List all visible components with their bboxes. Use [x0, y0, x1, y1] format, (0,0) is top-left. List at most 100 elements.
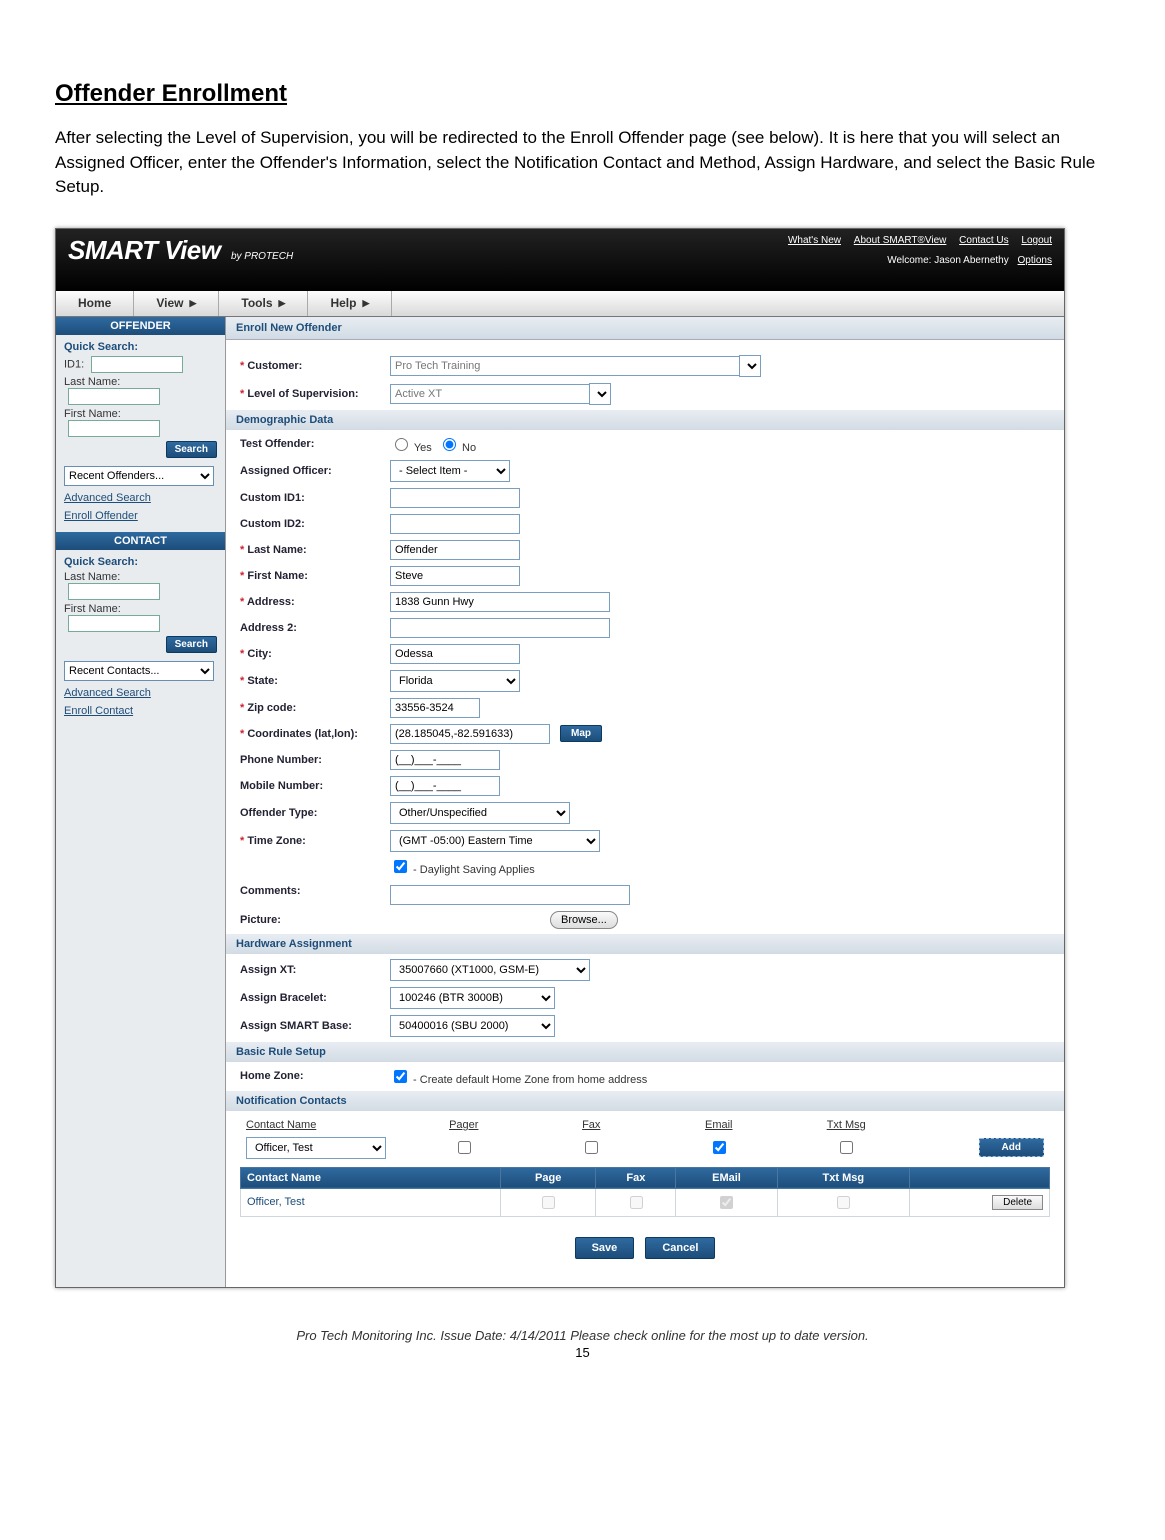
offender-search-button[interactable]: Search	[166, 441, 217, 458]
zip-input[interactable]	[390, 698, 480, 718]
menu-tools[interactable]: Tools▶	[219, 291, 308, 316]
link-whats-new[interactable]: What's New	[788, 235, 841, 246]
add-button[interactable]: Add	[979, 1138, 1044, 1157]
home-zone-checkbox[interactable]: - Create default Home Zone from home add…	[390, 1067, 647, 1086]
firstname-input[interactable]	[68, 420, 160, 437]
menu-view[interactable]: View ▶	[134, 291, 219, 316]
intro-paragraph: After selecting the Level of Supervision…	[55, 126, 1110, 200]
state-label: State:	[240, 675, 390, 687]
app-header-bar: SMART View by PROTECH What's New About S…	[56, 229, 1064, 291]
col-email: Email	[655, 1117, 783, 1133]
enroll-offender-link[interactable]: Enroll Offender	[64, 510, 217, 522]
menu-home[interactable]: Home	[56, 291, 134, 316]
lastname-label: Last Name:	[64, 376, 120, 388]
row-fax-cb	[630, 1196, 643, 1209]
hdr-page: Page	[501, 1167, 596, 1188]
browse-button[interactable]: Browse...	[550, 911, 618, 929]
section-demographic: Demographic Data	[226, 410, 1064, 430]
row-txt-cb	[837, 1196, 850, 1209]
assigned-officer-select[interactable]: - Select Item -	[390, 460, 510, 482]
phone-label: Phone Number:	[240, 754, 390, 766]
home-zone-label: Home Zone:	[240, 1070, 390, 1082]
dst-checkbox[interactable]: - Daylight Saving Applies	[390, 864, 535, 876]
link-contact[interactable]: Contact Us	[959, 235, 1008, 246]
c-lastname-label: Last Name:	[64, 571, 120, 583]
yes-text: Yes	[414, 442, 432, 454]
application-window: SMART View by PROTECH What's New About S…	[55, 228, 1065, 1288]
id1-input[interactable]	[91, 356, 183, 373]
assign-br-select[interactable]: 100246 (BTR 3000B)	[390, 987, 555, 1009]
custom-id1-input[interactable]	[390, 488, 520, 508]
city-input[interactable]	[390, 644, 520, 664]
link-logout[interactable]: Logout	[1021, 235, 1052, 246]
addr-input[interactable]	[390, 592, 610, 612]
chevron-right-icon: ▶	[189, 298, 196, 309]
section-notif: Notification Contacts	[226, 1091, 1064, 1111]
hdr-txt: Txt Msg	[777, 1167, 909, 1188]
officer-select[interactable]: Officer, Test	[246, 1137, 386, 1159]
comments-textarea[interactable]	[390, 885, 630, 905]
menu-bar: Home View ▶ Tools▶ Help▶	[56, 291, 1064, 317]
chevron-right-icon: ▶	[362, 298, 369, 309]
los-dropdown[interactable]	[589, 383, 611, 405]
c-firstname-label: First Name:	[64, 603, 121, 615]
lastname-input[interactable]	[68, 388, 160, 405]
row-email-cb	[720, 1196, 733, 1209]
custom-id2-input[interactable]	[390, 514, 520, 534]
quick-search-label: Quick Search:	[64, 341, 217, 353]
menu-view-label: View	[156, 296, 183, 310]
coord-input[interactable]	[390, 724, 550, 744]
lname-input[interactable]	[390, 540, 520, 560]
recent-offenders-select[interactable]: Recent Offenders...	[64, 466, 214, 486]
test-no-radio[interactable]: No	[438, 435, 476, 454]
phone-input[interactable]	[390, 750, 500, 770]
advanced-search-link[interactable]: Advanced Search	[64, 492, 217, 504]
delete-button[interactable]: Delete	[992, 1195, 1043, 1210]
assign-xt-select[interactable]: 35007660 (XT1000, GSM-E)	[390, 959, 590, 981]
recent-contacts-select[interactable]: Recent Contacts...	[64, 661, 214, 681]
link-about[interactable]: About SMART®View	[854, 235, 947, 246]
save-button[interactable]: Save	[575, 1237, 635, 1259]
page-footer: Pro Tech Monitoring Inc. Issue Date: 4/1…	[55, 1328, 1110, 1343]
options-link[interactable]: Options	[1018, 255, 1052, 266]
menu-help[interactable]: Help▶	[308, 291, 392, 316]
firstname-label: First Name:	[64, 408, 121, 420]
tz-select[interactable]: (GMT -05:00) Eastern Time	[390, 830, 600, 852]
assigned-officer-label: Assigned Officer:	[240, 465, 390, 477]
mobile-input[interactable]	[390, 776, 500, 796]
custom-id1-label: Custom ID1:	[240, 492, 390, 504]
addr2-label: Address 2:	[240, 622, 390, 634]
cancel-button[interactable]: Cancel	[645, 1237, 715, 1259]
c-lastname-input[interactable]	[68, 583, 160, 600]
addr2-input[interactable]	[390, 618, 610, 638]
home-zone-text: - Create default Home Zone from home add…	[410, 1074, 647, 1086]
contact-search-button[interactable]: Search	[166, 636, 217, 653]
test-yes-radio[interactable]: Yes	[390, 435, 432, 454]
state-select[interactable]: Florida	[390, 670, 520, 692]
fname-input[interactable]	[390, 566, 520, 586]
welcome-text: Welcome: Jason Abernethy Options	[887, 255, 1052, 266]
col-fax: Fax	[528, 1117, 656, 1133]
welcome-label: Welcome: Jason Abernethy	[887, 255, 1009, 266]
app-logo-sub: by PROTECH	[231, 251, 293, 262]
id1-label: ID1:	[64, 358, 84, 370]
add-fax-cb[interactable]	[585, 1141, 598, 1154]
comments-label: Comments:	[240, 885, 390, 897]
los-label: Level of Supervision:	[240, 388, 390, 400]
add-email-cb[interactable]	[713, 1141, 726, 1154]
no-text: No	[462, 442, 476, 454]
hdr-email: EMail	[676, 1167, 777, 1188]
c-firstname-input[interactable]	[68, 615, 160, 632]
map-button[interactable]: Map	[560, 725, 602, 742]
customer-dropdown[interactable]	[739, 355, 761, 377]
add-pager-cb[interactable]	[458, 1141, 471, 1154]
assign-sb-select[interactable]: 50400016 (SBU 2000)	[390, 1015, 555, 1037]
otype-select[interactable]: Other/Unspecified	[390, 802, 570, 824]
lname-label: Last Name:	[240, 544, 390, 556]
test-offender-label: Test Offender:	[240, 438, 390, 450]
customer-label: Customer:	[240, 360, 390, 372]
add-txt-cb[interactable]	[840, 1141, 853, 1154]
customer-field	[390, 356, 740, 376]
c-adv-search-link[interactable]: Advanced Search	[64, 687, 217, 699]
enroll-contact-link[interactable]: Enroll Contact	[64, 705, 217, 717]
